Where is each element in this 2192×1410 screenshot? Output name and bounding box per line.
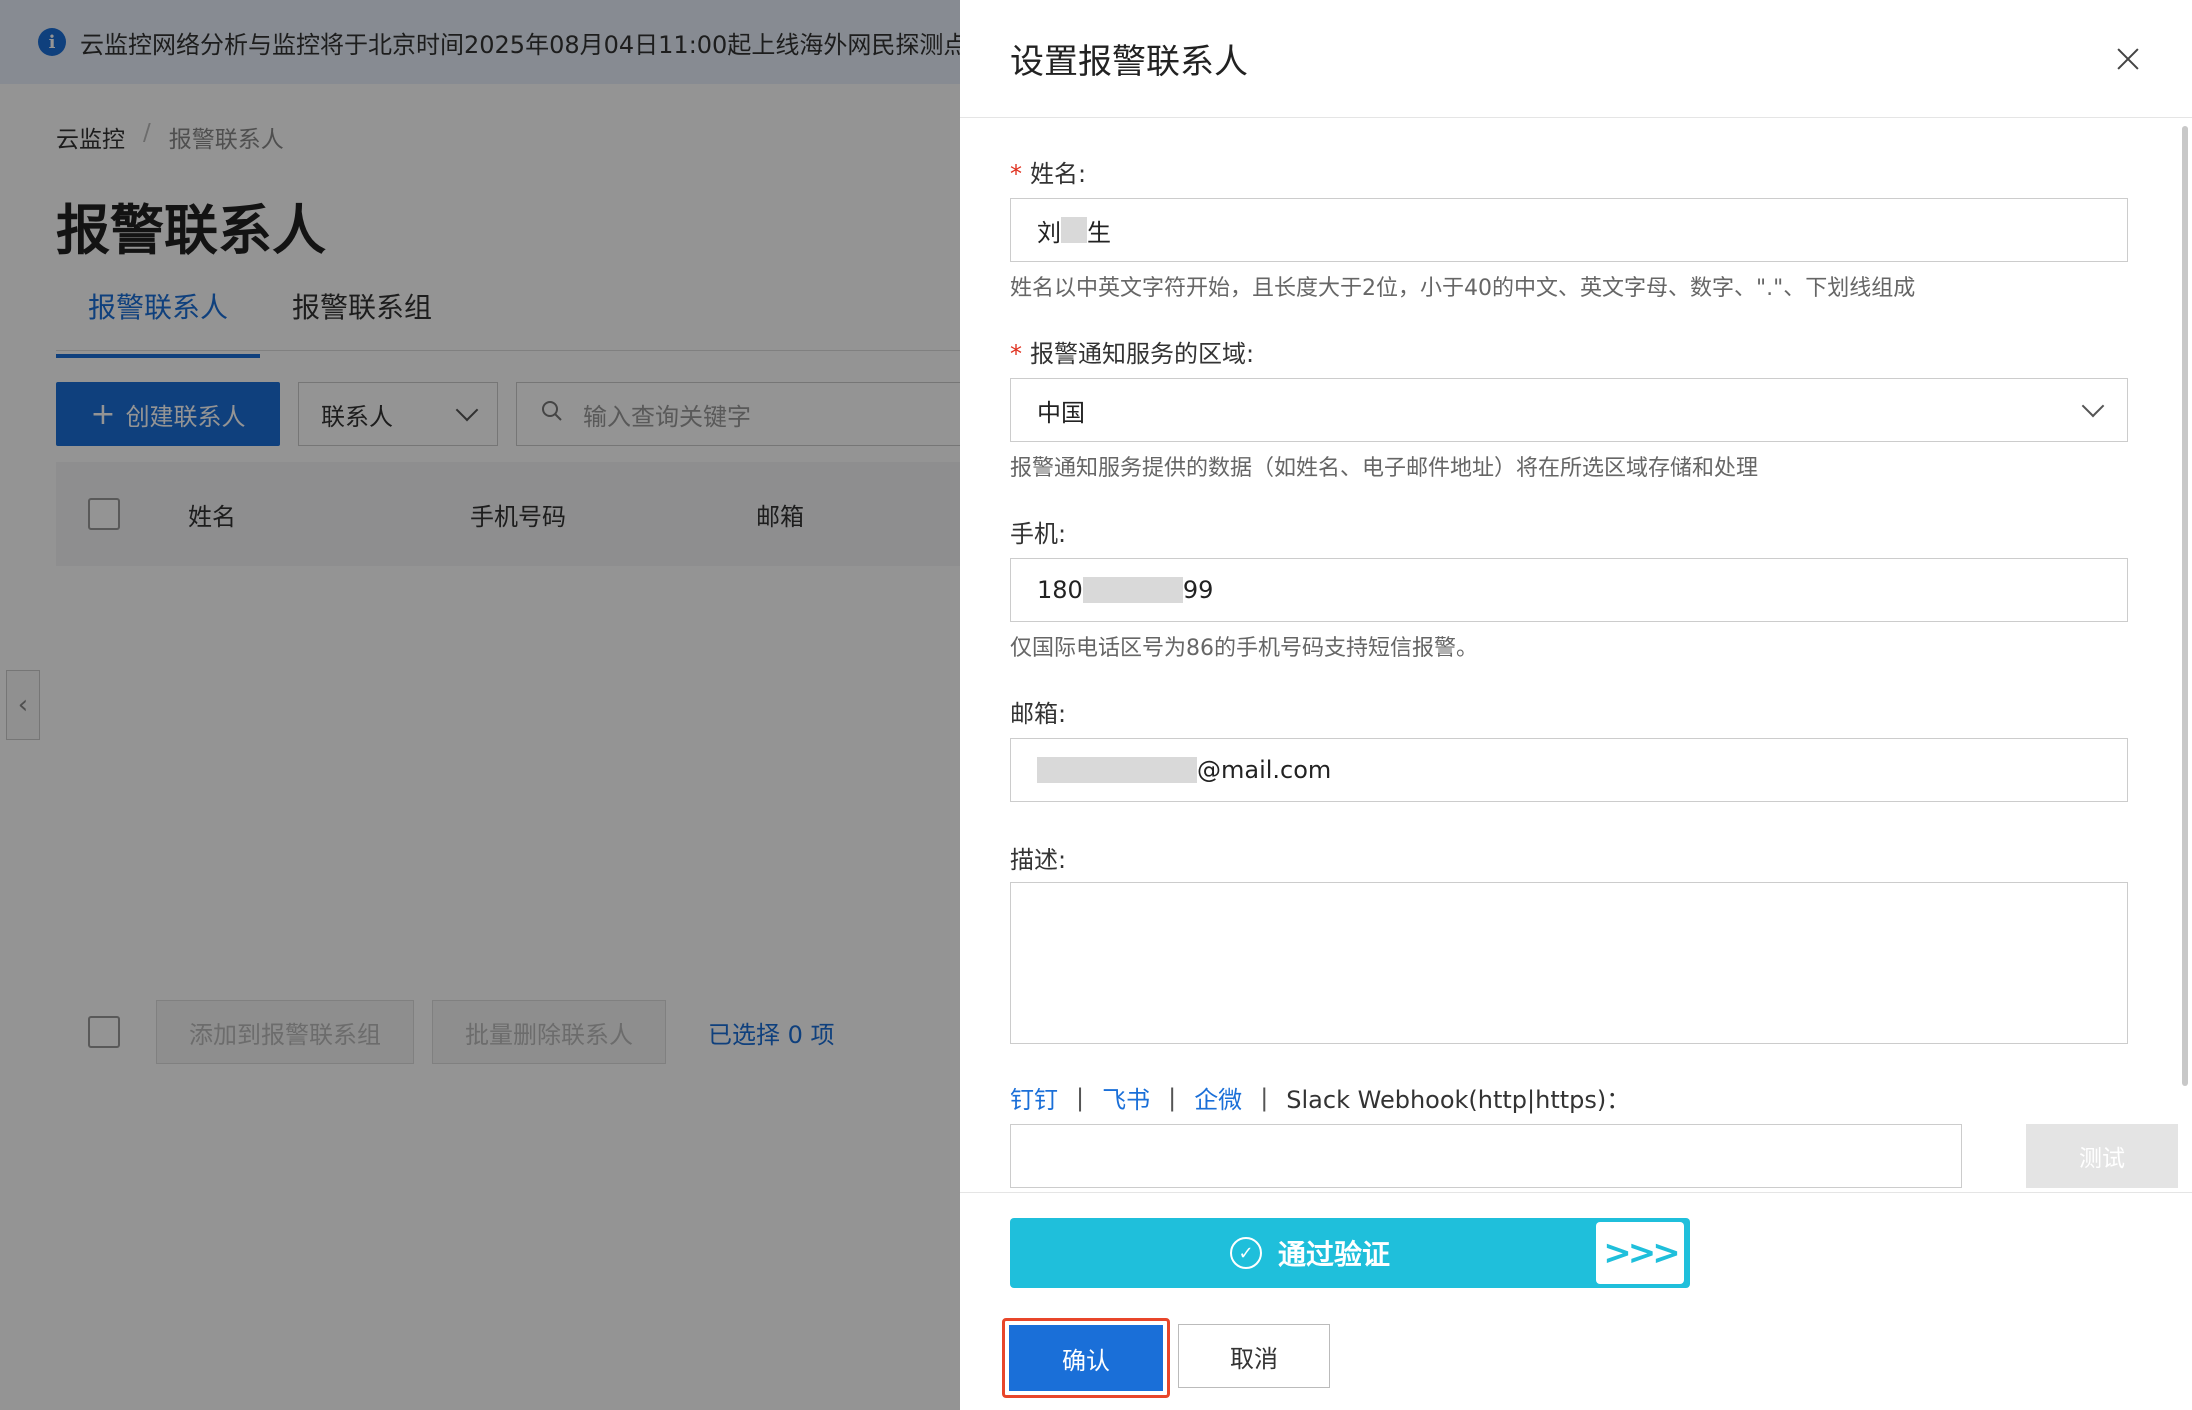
redacted-mask	[1037, 757, 1197, 783]
webhook-input[interactable]	[1010, 1124, 1962, 1188]
region-label: * 报警通知服务的区域:	[1010, 340, 1255, 368]
drawer-header: 设置报警联系人	[960, 0, 2192, 118]
close-icon[interactable]	[2108, 39, 2148, 79]
description-label: 描述:	[1010, 846, 1067, 874]
confirm-button[interactable]: 确认	[1009, 1325, 1163, 1391]
drawer-scrollbar[interactable]	[2182, 126, 2188, 1086]
confirm-highlight: 确认	[1002, 1318, 1170, 1398]
chevron-down-icon	[2081, 394, 2105, 418]
scrollbar-thumb[interactable]	[2182, 126, 2188, 1086]
footer-divider	[960, 1192, 2192, 1193]
phone-field[interactable]: 180 99	[1010, 558, 2128, 622]
modal-overlay[interactable]	[0, 0, 960, 1410]
wecom-link[interactable]: 企微	[1194, 1080, 1242, 1115]
verification-text: 通过验证	[1277, 1238, 1390, 1271]
required-mark: *	[1010, 340, 1022, 368]
region-hint: 报警通知服务提供的数据（如姓名、电子邮件地址）将在所选区域存储和处理	[1010, 456, 1759, 481]
email-label: 邮箱:	[1010, 700, 1067, 728]
webhook-links: 钉钉 | 飞书 | 企微 | Slack Webhook(http|https)…	[1010, 1080, 1630, 1115]
slider-verification[interactable]: ✓ 通过验证 >>>	[1010, 1218, 1690, 1288]
link-separator: |	[1076, 1083, 1085, 1112]
email-field[interactable]: @mail.com	[1010, 738, 2128, 802]
link-separator: |	[1260, 1083, 1269, 1112]
required-mark: *	[1010, 160, 1022, 188]
description-textarea[interactable]	[1010, 882, 2128, 1044]
contact-drawer: 设置报警联系人 * 姓名: 刘生 姓名以中英文字符开始，且长度大于2位，小于40的…	[960, 0, 2192, 1410]
region-value: 中国	[1037, 398, 1085, 427]
link-separator: |	[1168, 1083, 1177, 1112]
check-circle-icon: ✓	[1229, 1237, 1262, 1269]
slack-webhook-label: Slack Webhook(http|https)：	[1286, 1086, 1631, 1114]
dingtalk-link[interactable]: 钉钉	[1010, 1080, 1058, 1115]
name-field[interactable]: 刘生	[1010, 198, 2128, 262]
region-select[interactable]: 中国	[1010, 378, 2128, 442]
name-label: * 姓名:	[1010, 160, 1087, 188]
cancel-button[interactable]: 取消	[1178, 1324, 1330, 1388]
name-hint: 姓名以中英文字符开始，且长度大于2位，小于40的中文、英文字母、数字、"."、下…	[1010, 276, 1916, 301]
redacted-mask	[1082, 577, 1183, 603]
slider-handle[interactable]: >>>	[1596, 1222, 1684, 1284]
verification-status: ✓ 通过验证	[1010, 1233, 1690, 1273]
drawer-title: 设置报警联系人	[1010, 42, 1248, 82]
test-webhook-button[interactable]: 测试	[2026, 1124, 2178, 1188]
feishu-link[interactable]: 飞书	[1102, 1080, 1150, 1115]
redacted-mask	[1061, 217, 1087, 243]
phone-label: 手机:	[1010, 520, 1067, 548]
phone-hint: 仅国际电话区号为86的手机号码支持短信报警。	[1010, 636, 1478, 661]
